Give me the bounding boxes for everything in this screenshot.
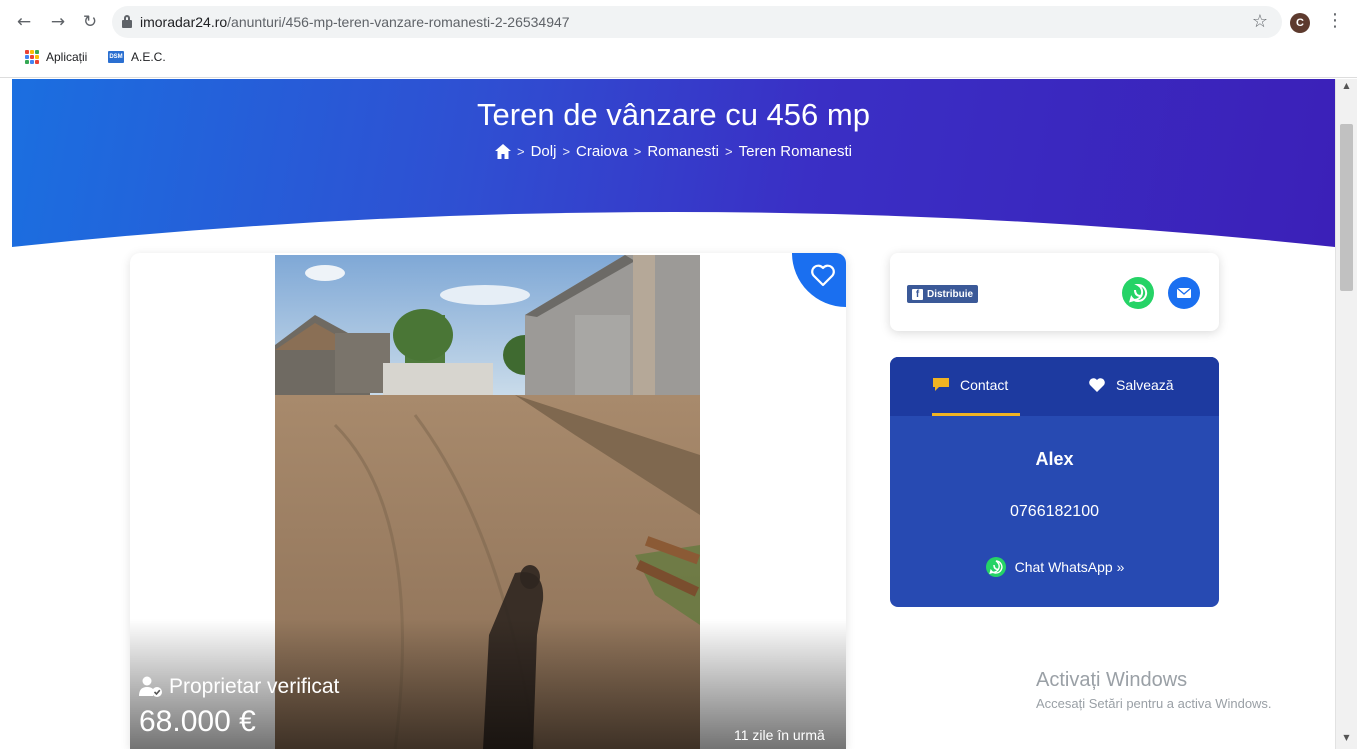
facebook-icon: f <box>912 288 923 300</box>
windows-activation-watermark: Activați Windows Accesați Setări pentru … <box>1036 669 1272 711</box>
breadcrumb-separator: > <box>725 144 733 159</box>
bookmark-label: A.E.C. <box>131 50 166 64</box>
email-share-button[interactable] <box>1168 277 1200 309</box>
tab-contact-label: Contact <box>960 377 1009 393</box>
scroll-up-arrow-icon[interactable]: ▲ <box>1336 81 1357 95</box>
breadcrumb-link-romanesti[interactable]: Romanesti <box>647 143 719 160</box>
home-icon[interactable] <box>495 144 511 159</box>
address-bar[interactable]: imoradar24.ro/anunturi/456-mp-teren-vanz… <box>112 6 1282 38</box>
owner-verified-label: Proprietar verificat <box>169 675 340 698</box>
heart-icon <box>1089 378 1105 392</box>
scroll-down-arrow-icon[interactable]: ▼ <box>1336 733 1357 747</box>
dsm-icon: DSM <box>108 51 124 63</box>
lock-icon <box>122 15 132 28</box>
bookmark-apps[interactable]: Aplicații <box>25 50 87 64</box>
back-arrow-icon[interactable]: ← <box>14 12 34 32</box>
breadcrumb-link-craiova[interactable]: Craiova <box>576 143 628 160</box>
forward-arrow-icon[interactable]: → <box>48 12 68 32</box>
share-box: f Distribuie <box>890 253 1219 331</box>
url-domain: imoradar24.ro <box>140 14 228 30</box>
url-text[interactable]: imoradar24.ro/anunturi/456-mp-teren-vanz… <box>140 14 570 30</box>
breadcrumb-separator: > <box>562 144 571 159</box>
contact-box: Contact Salvează Alex 0766182100 Chat Wh… <box>890 357 1219 607</box>
profile-avatar[interactable]: C <box>1290 13 1310 33</box>
contact-phone[interactable]: 0766182100 <box>890 503 1219 521</box>
facebook-share-button[interactable]: f Distribuie <box>907 285 979 303</box>
tab-save[interactable]: Salvează <box>1088 377 1174 393</box>
tab-contact[interactable]: Contact <box>932 377 1008 393</box>
scrollbar-thumb[interactable] <box>1340 124 1353 291</box>
whatsapp-icon <box>985 557 1006 577</box>
owner-verified: Proprietar verificat <box>139 675 339 699</box>
breadcrumb-separator: > <box>517 144 525 159</box>
url-path: /anunturi/456-mp-teren-vanzare-romanesti… <box>227 14 570 30</box>
facebook-share-label: Distribuie <box>927 288 974 300</box>
tab-save-label: Salvează <box>1116 377 1174 393</box>
envelope-icon <box>1176 287 1192 298</box>
watermark-subtitle: Accesați Setări pentru a activa Windows. <box>1036 696 1272 711</box>
bookmark-star-icon[interactable]: ☆ <box>1252 11 1268 32</box>
bookmark-label: Aplicații <box>46 50 88 64</box>
page-scrollbar[interactable]: ▲ ▼ <box>1335 79 1357 749</box>
whatsapp-icon <box>1129 283 1148 303</box>
apps-grid-icon <box>25 50 39 64</box>
listing-age: 11 zile în urmă <box>734 727 825 743</box>
whatsapp-chat-label: Chat WhatsApp » <box>1014 559 1125 575</box>
watermark-title: Activați Windows <box>1036 669 1188 691</box>
whatsapp-chat-link[interactable]: Chat WhatsApp » <box>890 556 1219 578</box>
verified-user-icon <box>139 676 162 697</box>
reload-icon[interactable]: ↻ <box>80 12 100 32</box>
chat-bubble-icon <box>933 378 949 391</box>
listing-price: 68.000 € <box>139 705 256 738</box>
breadcrumb-link-dolj[interactable]: Dolj <box>531 143 557 160</box>
breadcrumb: > Dolj > Craiova > Romanesti > Teren Rom… <box>12 143 1335 160</box>
bookmark-aec[interactable]: DSM A.E.C. <box>108 50 166 64</box>
contact-tabs: Contact Salvează <box>890 357 1219 416</box>
breadcrumb-link-teren-romanesti[interactable]: Teren Romanesti <box>739 143 852 160</box>
listing-card: Proprietar verificat 68.000 € 11 zile în… <box>130 253 846 749</box>
active-tab-indicator <box>932 413 1020 416</box>
contact-name: Alex <box>1035 449 1074 469</box>
browser-toolbar: ← → ↻ imoradar24.ro/anunturi/456-mp-tere… <box>0 0 1357 78</box>
page-viewport: Teren de vânzare cu 456 mp > Dolj > Crai… <box>12 79 1335 749</box>
browser-menu-icon[interactable]: ⋮ <box>1326 10 1344 31</box>
breadcrumb-separator: > <box>633 144 642 159</box>
heart-outline-icon[interactable] <box>810 263 836 287</box>
page-title: Teren de vânzare cu 456 mp <box>477 97 870 132</box>
whatsapp-share-button[interactable] <box>1122 277 1154 309</box>
